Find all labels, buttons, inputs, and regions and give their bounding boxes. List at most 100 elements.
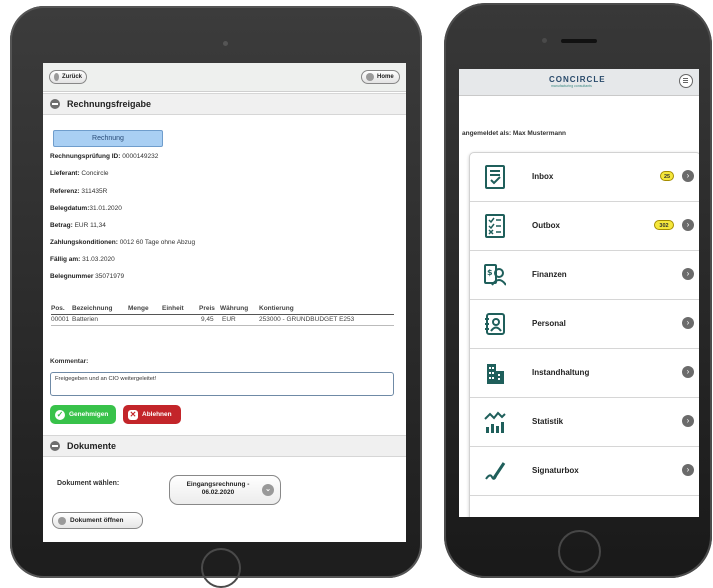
document-select-value-line1: Eingangsrechnung -: [186, 481, 250, 488]
reject-button-label: Ablehnen: [142, 411, 172, 418]
cell-description: Batterien: [72, 316, 99, 323]
collapse-icon: [50, 441, 60, 451]
table-row[interactable]: 00001 Batterien 9,45 EUR 253000 - GRUNDB…: [51, 315, 394, 326]
outbox-checklist-icon: [485, 214, 505, 238]
phone-device: CONCIRCLE manufacturing consultants ange…: [444, 3, 712, 578]
personnel-icon: [485, 313, 505, 335]
signature-icon: [485, 462, 506, 480]
reject-button[interactable]: ✕ Ablehnen: [123, 405, 181, 424]
phone-header: CONCIRCLE manufacturing consultants: [459, 69, 699, 96]
field-payment-terms: Zahlungskonditionen: 0012 60 Tage ohne A…: [50, 239, 196, 246]
check-icon: ✓: [55, 409, 65, 420]
document-select[interactable]: Eingangsrechnung - 06.02.2020 ⌄: [169, 475, 281, 505]
menu-item-label: Inbox: [532, 172, 554, 181]
phone-speaker: [561, 39, 597, 43]
logo-subtitle: manufacturing consultants: [551, 84, 592, 88]
field-amount: Betrag: EUR 11,34: [50, 222, 106, 229]
menu-item-label: Instandhaltung: [532, 368, 590, 377]
approve-button-label: Genehmigen: [69, 411, 109, 418]
col-price: Preis: [199, 305, 215, 312]
building-icon: [487, 364, 504, 384]
open-document-label: Dokument öffnen: [70, 517, 124, 524]
field-reference: Referenz: 311435R: [50, 188, 108, 195]
cell-currency: EUR: [222, 316, 236, 323]
section-documents-title: Dokumente: [67, 441, 117, 451]
menu-item-inbox[interactable]: Inbox 25 ›: [470, 153, 699, 202]
cell-price: 9,45: [201, 316, 214, 323]
section-invoice-title: Rechnungsfreigabe: [67, 99, 152, 109]
menu-item-maintenance[interactable]: Instandhaltung ›: [470, 349, 699, 398]
field-document-date: Belegdatum:31.01.2020: [50, 205, 122, 212]
menu-item-partial[interactable]: ★★: [470, 496, 699, 517]
back-button-label: Zurück: [61, 74, 82, 80]
tablet-top-bar: Zurück Home: [43, 63, 406, 92]
document-select-label: Dokument wählen:: [57, 480, 120, 487]
finance-icon: $: [484, 264, 506, 286]
back-arrow-icon: [54, 73, 59, 81]
svg-text:★★: ★★: [484, 515, 506, 517]
menu-item-label: Signaturbox: [532, 466, 579, 475]
field-supplier: Lieferant: Concircle: [50, 170, 109, 177]
col-description: Bezeichnung: [72, 305, 113, 312]
statistics-icon: [484, 411, 506, 433]
approve-button[interactable]: ✓ Genehmigen: [50, 405, 116, 424]
cell-pos: 00001: [51, 316, 70, 323]
phone-home-button[interactable]: [558, 530, 601, 573]
open-document-button[interactable]: Dokument öffnen: [52, 512, 143, 529]
star-icon: ★★: [484, 515, 506, 517]
col-account: Kontierung: [259, 305, 294, 312]
field-document-number: Belegnummer 35071979: [50, 273, 125, 280]
menu-item-outbox[interactable]: Outbox 302 ›: [470, 202, 699, 251]
comment-input[interactable]: Freigegeben und an CIO weitergeleitet!: [50, 372, 394, 396]
chevron-right-icon: ›: [682, 317, 694, 329]
phone-screen: CONCIRCLE manufacturing consultants ange…: [459, 69, 699, 517]
inbox-icon: [485, 165, 505, 189]
tablet-camera: [223, 41, 228, 46]
menu-item-finance[interactable]: $ Finanzen ›: [470, 251, 699, 300]
col-currency: Währung: [220, 305, 249, 312]
cell-account: 253000 - GRUNDBUDGET E253: [259, 316, 355, 323]
chevron-right-icon: ›: [682, 464, 694, 476]
chevron-right-icon: ›: [682, 366, 694, 378]
home-button-label: Home: [377, 74, 394, 80]
back-button[interactable]: Zurück: [49, 70, 87, 84]
table-header: Pos. Bezeichnung Menge Einheit Preis Wäh…: [51, 304, 394, 315]
chevron-right-icon: ›: [682, 415, 694, 427]
home-icon: [366, 73, 374, 81]
chevron-right-icon: ›: [682, 268, 694, 280]
menu-item-statistics[interactable]: Statistik ›: [470, 398, 699, 447]
home-button[interactable]: Home: [361, 70, 400, 84]
col-quantity: Menge: [128, 305, 149, 312]
menu-item-label: Personal: [532, 319, 566, 328]
phone-camera: [542, 38, 547, 43]
close-icon: ✕: [128, 409, 138, 420]
field-due-date: Fällig am: 31.03.2020: [50, 256, 115, 263]
concircle-logo: CONCIRCLE: [549, 75, 606, 84]
section-invoice-approval[interactable]: Rechnungsfreigabe: [43, 93, 406, 115]
outbox-count-badge: 302: [654, 220, 674, 230]
logged-in-user: angemeldet als: Max Mustermann: [462, 130, 567, 137]
field-invoice-id: Rechnungsprüfung ID: 0000149232: [50, 153, 159, 160]
document-icon: [58, 516, 66, 525]
chevron-right-icon: ›: [682, 219, 694, 231]
collapse-icon: [50, 99, 60, 109]
chevron-right-icon: ›: [682, 170, 694, 182]
main-menu: Inbox 25 › Outbox 302 › $ Finanzen › Per…: [469, 152, 699, 517]
tablet-device: Zurück Home Rechnungsfreigabe Rechnung R…: [10, 6, 422, 588]
comment-label: Kommentar:: [50, 358, 89, 365]
col-pos: Pos.: [51, 305, 65, 312]
col-unit: Einheit: [162, 305, 184, 312]
tablet-home-button[interactable]: [201, 548, 241, 588]
section-documents[interactable]: Dokumente: [43, 435, 406, 457]
chevron-down-icon: ⌄: [262, 484, 274, 496]
menu-item-label: Finanzen: [532, 270, 567, 279]
hamburger-menu-icon[interactable]: [679, 74, 693, 88]
document-select-value-line2: 06.02.2020: [201, 489, 235, 496]
menu-item-label: Statistik: [532, 417, 564, 426]
menu-item-signature[interactable]: Signaturbox ›: [470, 447, 699, 496]
tab-invoice[interactable]: Rechnung: [53, 130, 163, 147]
inbox-count-badge: 25: [660, 171, 674, 181]
menu-item-personnel[interactable]: Personal ›: [470, 300, 699, 349]
menu-item-label: Outbox: [532, 221, 560, 230]
tablet-screen: Zurück Home Rechnungsfreigabe Rechnung R…: [43, 63, 406, 542]
